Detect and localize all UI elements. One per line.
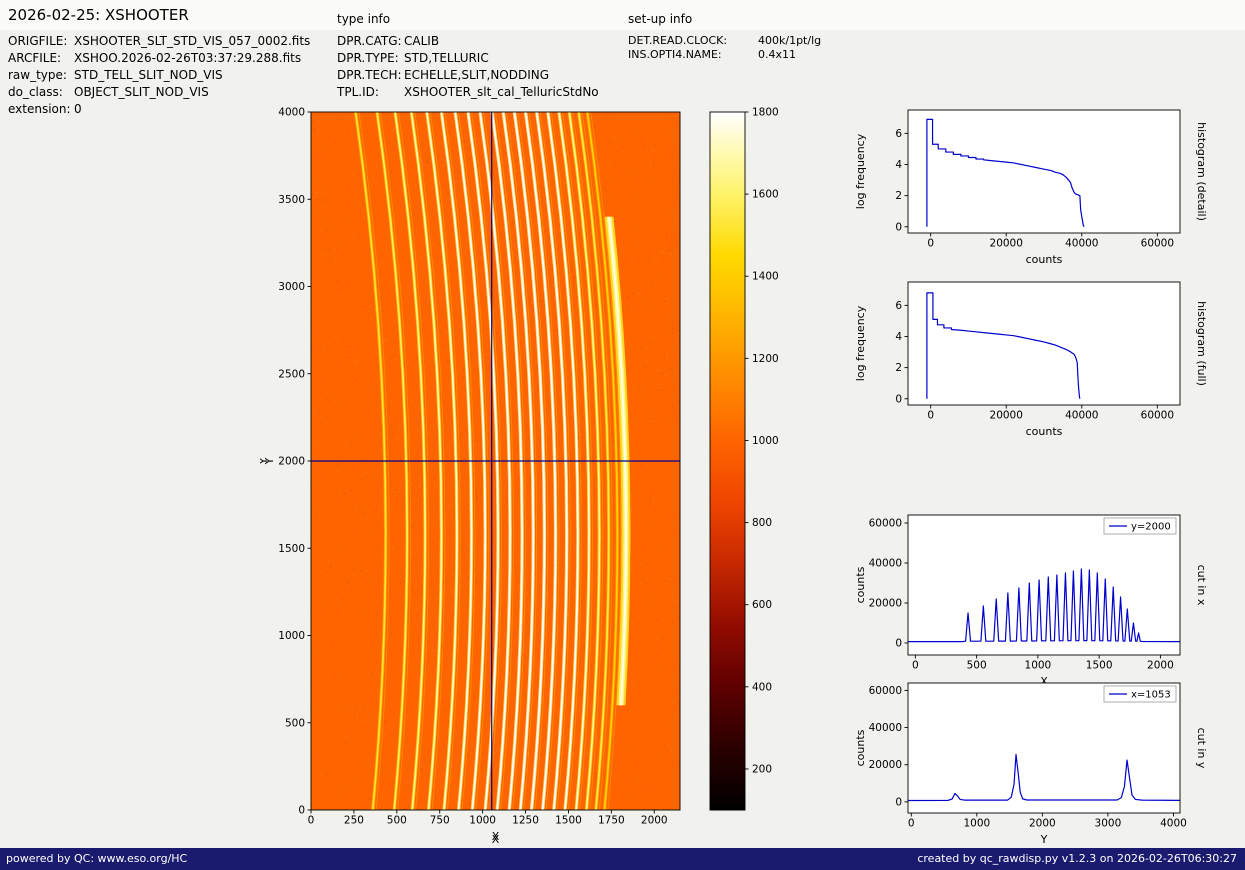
cut-in-x-plot xyxy=(845,500,1230,695)
header-strip: 2026-02-25: XSHOOTER type info set-up in… xyxy=(0,0,1245,30)
meta-value: ECHELLE,SLIT,NODDING xyxy=(404,68,549,82)
meta-value: 0 xyxy=(74,102,82,116)
meta-row-dprcatg: DPR.CATG:CALIB xyxy=(337,33,599,50)
meta-value: 400k/1pt/lg xyxy=(758,34,821,47)
meta-value: XSHOOTER_slt_cal_TelluricStdNo xyxy=(404,85,599,99)
meta-value: CALIB xyxy=(404,34,439,48)
cut-in-y-plot xyxy=(845,668,1230,846)
page-title: 2026-02-25: XSHOOTER xyxy=(8,6,189,24)
meta-row-tplid: TPL.ID:XSHOOTER_slt_cal_TelluricStdNo xyxy=(337,84,599,101)
meta-row-readclock: DET.READ.CLOCK:400k/1pt/lg xyxy=(628,34,821,48)
footer-right-text: created by qc_rawdisp.py v1.2.3 on 2026-… xyxy=(917,848,1237,870)
meta-row-rawtype: raw_type:STD_TELL_SLIT_NOD_VIS xyxy=(8,67,310,84)
qc-report-page: 2026-02-25: XSHOOTER type info set-up in… xyxy=(0,0,1245,870)
meta-value: OBJECT_SLIT_NOD_VIS xyxy=(74,85,209,99)
meta-value: STD,TELLURIC xyxy=(404,51,489,65)
meta-label: extension: xyxy=(8,101,74,118)
type-info-heading: type info xyxy=(337,12,390,26)
setup-info-heading: set-up info xyxy=(628,12,692,26)
meta-row-opti4: INS.OPTI4.NAME:0.4x11 xyxy=(628,48,821,62)
histogram-full-plot xyxy=(845,270,1230,455)
meta-label: ARCFILE: xyxy=(8,50,74,67)
meta-label: DPR.TYPE: xyxy=(337,50,404,67)
meta-row-doclass: do_class:OBJECT_SLIT_NOD_VIS xyxy=(8,84,310,101)
meta-value: XSHOO.2026-02-26T03:37:29.288.fits xyxy=(74,51,301,65)
meta-label: INS.OPTI4.NAME: xyxy=(628,48,758,62)
meta-row-dprtype: DPR.TYPE:STD,TELLURIC xyxy=(337,50,599,67)
raw-frame-plot xyxy=(260,100,690,848)
meta-value: STD_TELL_SLIT_NOD_VIS xyxy=(74,68,223,82)
footer-left-text: powered by QC: www.eso.org/HC xyxy=(6,848,187,870)
meta-row-origfile: ORIGFILE:XSHOOTER_SLT_STD_VIS_057_0002.f… xyxy=(8,33,310,50)
histogram-detail-plot xyxy=(845,98,1230,283)
meta-label: TPL.ID: xyxy=(337,84,404,101)
meta-row-dprtech: DPR.TECH:ECHELLE,SLIT,NODDING xyxy=(337,67,599,84)
meta-label: DPR.TECH: xyxy=(337,67,404,84)
meta-value: 0.4x11 xyxy=(758,48,796,61)
meta-value: XSHOOTER_SLT_STD_VIS_057_0002.fits xyxy=(74,34,310,48)
meta-label: do_class: xyxy=(8,84,74,101)
colorbar xyxy=(700,100,815,848)
footer-bar: powered by QC: www.eso.org/HC created by… xyxy=(0,848,1245,870)
setup-info-block: DET.READ.CLOCK:400k/1pt/lg INS.OPTI4.NAM… xyxy=(628,34,821,62)
meta-label: raw_type: xyxy=(8,67,74,84)
meta-label: DET.READ.CLOCK: xyxy=(628,34,758,48)
meta-row-arcfile: ARCFILE:XSHOO.2026-02-26T03:37:29.288.fi… xyxy=(8,50,310,67)
meta-label: DPR.CATG: xyxy=(337,33,404,50)
meta-label: ORIGFILE: xyxy=(8,33,74,50)
type-info-block: DPR.CATG:CALIB DPR.TYPE:STD,TELLURIC DPR… xyxy=(337,33,599,101)
